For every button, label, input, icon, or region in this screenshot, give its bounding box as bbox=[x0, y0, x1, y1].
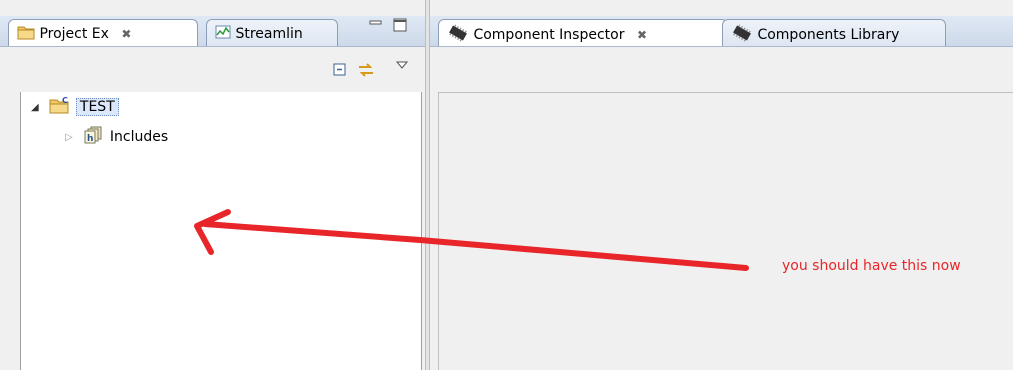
svg-text:C: C bbox=[62, 96, 68, 105]
tree-item-label: TEST bbox=[75, 98, 119, 116]
inspector-header bbox=[438, 48, 1013, 93]
tree-item-label: Includes bbox=[109, 129, 169, 145]
svg-text:h: h bbox=[87, 134, 93, 144]
folder-project-icon bbox=[17, 24, 35, 44]
maximize-icon[interactable] bbox=[393, 18, 407, 36]
component-chip-icon bbox=[447, 24, 469, 46]
close-icon[interactable]: ✖︎ bbox=[121, 27, 131, 41]
view-toolbar bbox=[20, 50, 420, 93]
expanded-triangle-icon[interactable]: ◢ bbox=[31, 102, 45, 113]
view-menu-icon[interactable] bbox=[395, 58, 409, 74]
annotation-text: you should have this now bbox=[782, 258, 961, 274]
link-with-editor-icon[interactable] bbox=[356, 60, 376, 84]
includes-icon: h bbox=[83, 126, 105, 148]
tab-label: Project Ex bbox=[39, 26, 109, 42]
tab-project-explorer[interactable]: Project Ex ✖︎ bbox=[8, 19, 198, 46]
tab-label: Component Inspector bbox=[473, 27, 625, 43]
tab-label: Streamlin bbox=[235, 26, 303, 42]
chart-icon bbox=[215, 24, 231, 44]
component-chip-icon bbox=[731, 24, 753, 46]
minimize-icon[interactable] bbox=[369, 18, 383, 36]
inspector-content bbox=[438, 93, 1013, 370]
tab-label: Components Library bbox=[757, 27, 900, 43]
tab-streamline[interactable]: Streamlin bbox=[206, 19, 338, 46]
project-explorer-view: Project Ex ✖︎ Streamlin ◢ C TEST ▷ h Inc… bbox=[0, 0, 425, 370]
collapse-all-icon[interactable] bbox=[332, 62, 348, 82]
close-icon[interactable]: ✖︎ bbox=[637, 28, 647, 42]
tab-components-library[interactable]: Components Library bbox=[722, 19, 946, 46]
component-inspector-view: Component Inspector ✖︎ Components Librar… bbox=[430, 0, 1013, 370]
project-tree: ◢ C TEST ▷ h Includes bbox=[20, 92, 422, 370]
tree-item-test[interactable]: ◢ C TEST bbox=[31, 96, 119, 118]
collapsed-triangle-icon[interactable]: ▷ bbox=[65, 132, 79, 143]
tree-item-includes[interactable]: ▷ h Includes bbox=[65, 126, 168, 148]
c-project-folder-icon: C bbox=[49, 96, 71, 118]
tab-component-inspector[interactable]: Component Inspector ✖︎ bbox=[438, 19, 728, 46]
